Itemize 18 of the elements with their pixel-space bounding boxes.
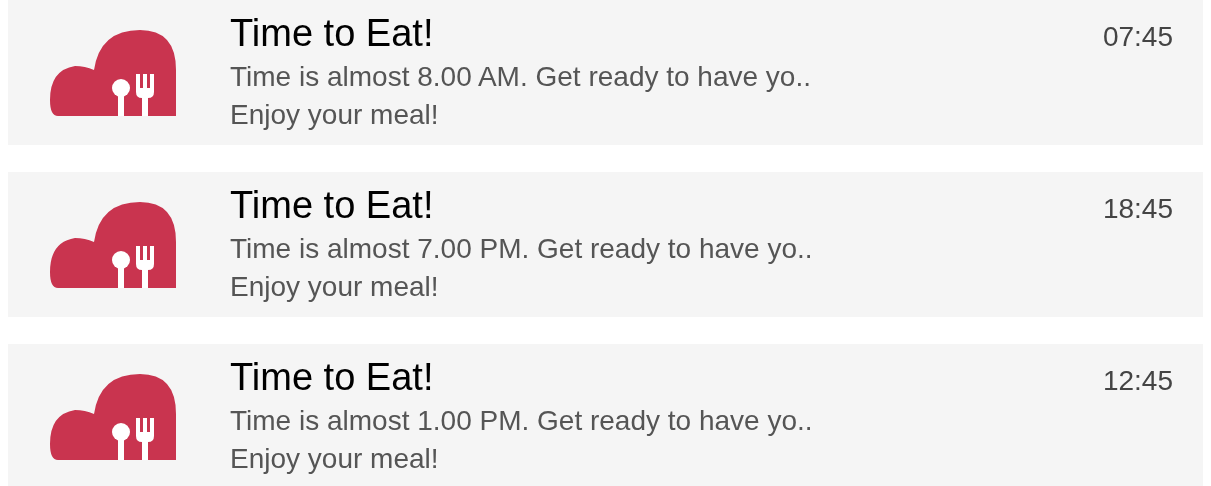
notification-message: Time is almost 8.00 AM. Get ready to have yo..	[230, 60, 812, 94]
notification-card[interactable]: Time to Eat! 07:45 Time is almost 8.00 AM. Get ready to have yo.. Enjoy your meal!	[8, 0, 1203, 145]
notification-message: Time is almost 1.00 PM. Get ready to have yo..	[230, 404, 814, 438]
notification-time: 12:45	[1102, 364, 1173, 398]
notification-detail: Enjoy your meal!	[230, 270, 440, 304]
notification-time: 07:45	[1102, 20, 1173, 54]
meal-app-icon	[50, 374, 176, 460]
notification-card[interactable]: Time to Eat! 12:45 Time is almost 1.00 PM. Get ready to have yo.. Enjoy your meal!	[8, 344, 1203, 486]
notification-title: Time to Eat!	[230, 11, 434, 56]
meal-app-icon	[50, 202, 176, 288]
notification-title: Time to Eat!	[230, 183, 434, 228]
notification-time: 18:45	[1102, 192, 1173, 226]
notification-message: Time is almost 7.00 PM. Get ready to have yo..	[230, 232, 814, 266]
notification-detail: Enjoy your meal!	[230, 442, 440, 476]
notification-title: Time to Eat!	[230, 355, 434, 400]
meal-app-icon	[50, 30, 176, 116]
notification-detail: Enjoy your meal!	[230, 98, 440, 132]
notification-card[interactable]: Time to Eat! 18:45 Time is almost 7.00 PM. Get ready to have yo.. Enjoy your meal!	[8, 172, 1203, 317]
